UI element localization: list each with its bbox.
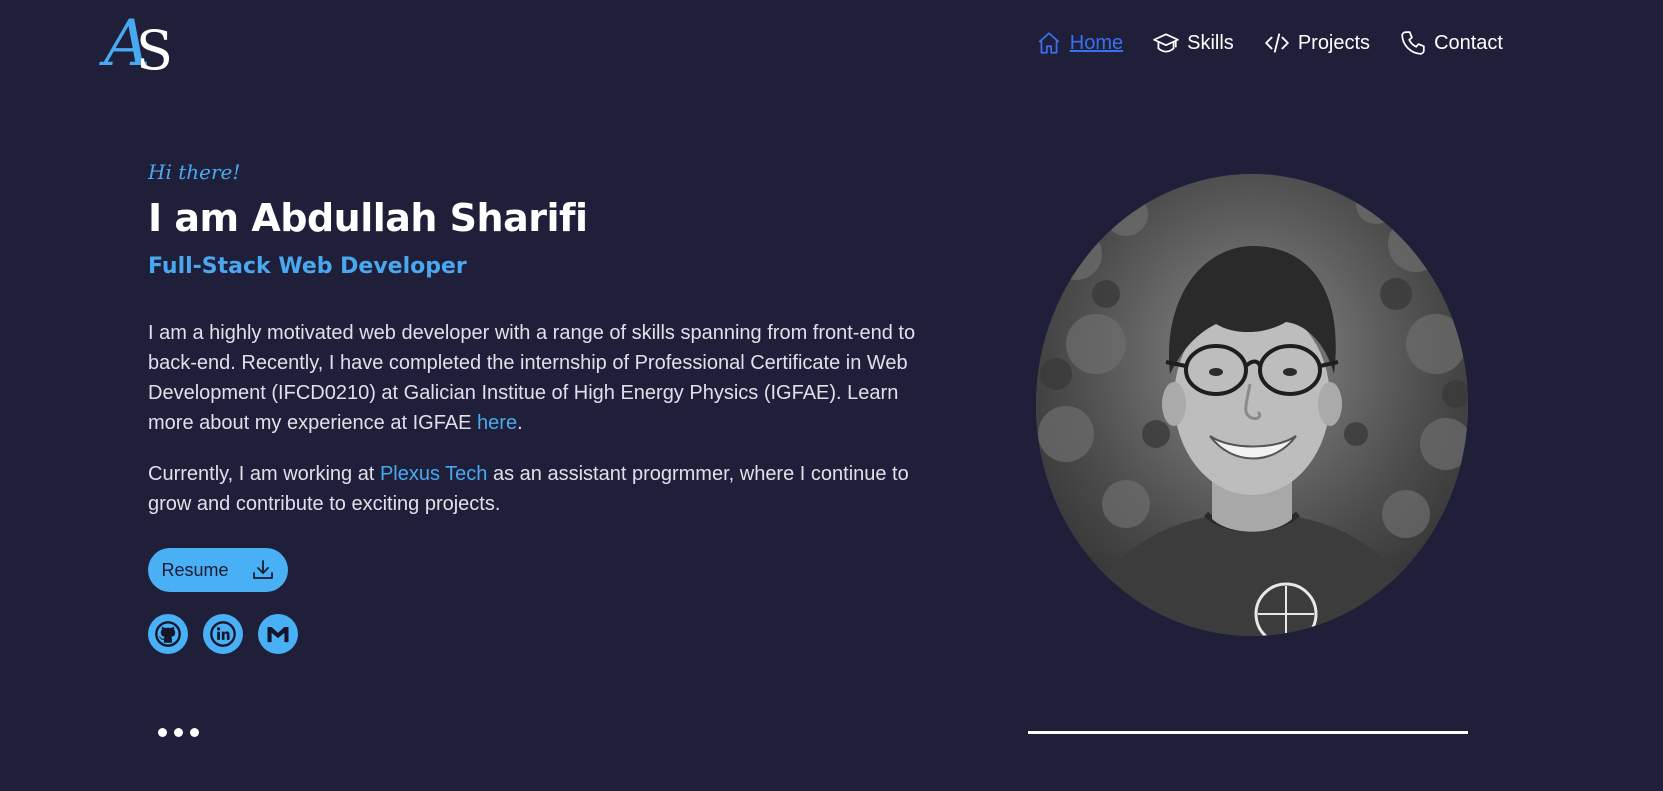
intro-paragraph: I am a highly motivated web developer wi…	[148, 318, 938, 438]
carousel-dot[interactable]	[174, 728, 183, 737]
current-work-start: Currently, I am working at	[148, 463, 380, 485]
resume-button[interactable]: Resume	[148, 548, 288, 592]
intro-end: .	[517, 412, 523, 434]
divider-line	[1028, 731, 1468, 734]
carousel-dot[interactable]	[190, 728, 199, 737]
nav-projects[interactable]: Projects	[1264, 30, 1370, 56]
nav-projects-label: Projects	[1297, 31, 1371, 54]
nav-contact-label: Contact	[1434, 31, 1503, 54]
github-icon	[155, 621, 181, 647]
main-nav: Home Skills Projects Contact	[1036, 30, 1503, 56]
nav-skills-label: Skills	[1187, 31, 1234, 54]
profile-photo	[1036, 174, 1468, 636]
code-icon	[1265, 33, 1289, 53]
linkedin-icon	[210, 621, 236, 647]
social-links	[148, 614, 298, 654]
phone-icon	[1401, 31, 1425, 55]
nav-home-label: Home	[1069, 31, 1124, 54]
carousel-dots	[158, 728, 199, 737]
nav-home[interactable]: Home	[1036, 30, 1123, 56]
nav-contact[interactable]: Contact	[1400, 30, 1503, 56]
gmail-link[interactable]	[258, 614, 298, 654]
hero-name: I am Abdullah Sharifi	[148, 196, 588, 240]
gmail-icon	[267, 627, 289, 643]
logo-letter-s: S	[136, 19, 173, 82]
igfae-link[interactable]: here	[477, 412, 517, 434]
nav-skills[interactable]: Skills	[1153, 30, 1234, 56]
greeting: Hi there!	[148, 160, 241, 184]
intro-text: I am a highly motivated web developer wi…	[148, 322, 916, 434]
resume-label: Resume	[161, 559, 229, 580]
carousel-dot[interactable]	[158, 728, 167, 737]
graduation-cap-icon	[1153, 33, 1179, 53]
current-work-paragraph: Currently, I am working at Plexus Tech a…	[148, 459, 938, 519]
page: A S Home Skills Projects Contact Hi ther…	[0, 0, 1663, 791]
github-link[interactable]	[148, 614, 188, 654]
plexus-tech-link[interactable]: Plexus Tech	[380, 463, 487, 485]
home-icon	[1038, 32, 1060, 54]
download-icon	[252, 560, 273, 579]
hero-role: Full-Stack Web Developer	[148, 254, 467, 279]
linkedin-link[interactable]	[203, 614, 243, 654]
logo[interactable]: A S	[104, 12, 184, 92]
profile-photo-image	[1036, 174, 1468, 636]
